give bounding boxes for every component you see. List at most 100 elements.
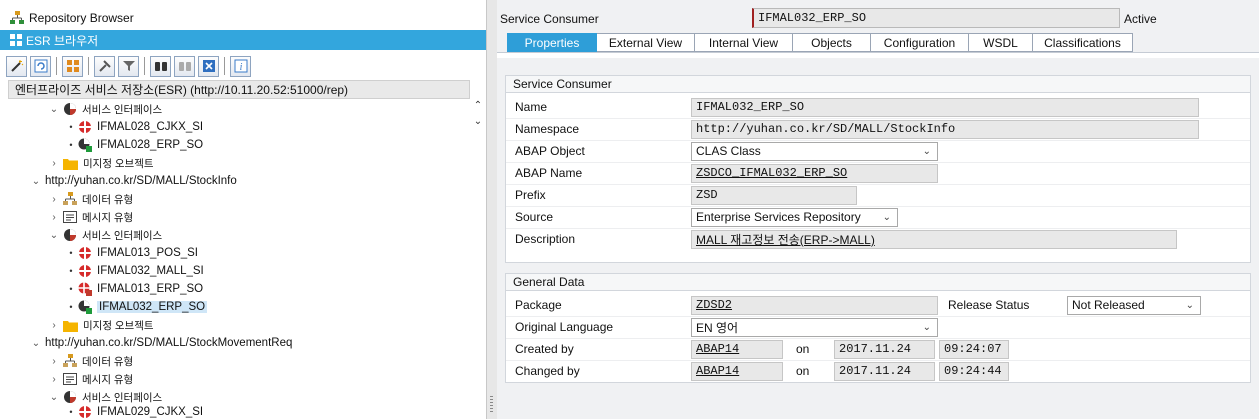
prefix-label: Prefix (515, 188, 546, 202)
tree-node-unassigned[interactable]: › 미지정 오브젝트 (48, 316, 154, 334)
tree-node-data-types[interactable]: › 데이터 유형 (48, 352, 133, 370)
chevron-down-icon: ⌄ (882, 211, 891, 223)
field-row-created-by: Created by ABAP14 on 2017.11.24 09:24:07 (506, 339, 1250, 359)
tree-node-data-types[interactable]: › 데이터 유형 (48, 190, 133, 208)
repository-browser-item[interactable]: Repository Browser (0, 8, 486, 28)
chevron-down-icon[interactable]: ⌄ (48, 392, 60, 403)
bullet-icon: • (69, 407, 73, 417)
tree-node-namespace[interactable]: ⌄ http://yuhan.co.kr/SD/MALL/StockInfo (30, 172, 237, 190)
tree-node-service-interfaces[interactable]: ⌄ 서비스 인터페이스 (48, 226, 162, 244)
scroll-up-icon[interactable]: ⌃ (471, 100, 485, 116)
pane-splitter[interactable] (487, 0, 497, 419)
chevron-right-icon[interactable]: › (48, 158, 60, 169)
tools-button[interactable] (94, 55, 115, 77)
tab-internal-view[interactable]: Internal View (695, 33, 793, 52)
tree-node-label: 메시지 유형 (82, 211, 134, 224)
changed-by-label: Changed by (515, 364, 580, 378)
toolbar-separator (144, 57, 145, 75)
grid-button[interactable] (62, 55, 83, 77)
tree-node-label: 미지정 오브젝트 (83, 157, 154, 170)
info-icon: i (234, 59, 247, 73)
created-by-value: ABAP14 (696, 342, 740, 356)
changed-date-value: 2017.11.24 (839, 364, 912, 378)
tree-node[interactable]: • IFMAL028_CJKX_SI (66, 118, 203, 136)
tree-node-selected[interactable]: • IFMAL032_ERP_SO (66, 298, 208, 316)
tree-header: 엔터프라이즈 서비스 저장소(ESR) (http://10.11.20.52:… (8, 80, 470, 99)
tree-node[interactable]: • IFMAL032_MALL_SI (66, 262, 204, 280)
original-language-select[interactable]: EN 영어 ⌄ (691, 317, 938, 337)
changed-on-label: on (796, 364, 810, 378)
abap-name-value: ZSDCO_IFMAL032_ERP_SO (696, 166, 848, 180)
esr-browser-item[interactable]: ESR 브라우저 (0, 30, 486, 50)
tree-node-namespace[interactable]: ⌄ http://yuhan.co.kr/SD/MALL/StockMoveme… (30, 334, 293, 352)
tree-node[interactable]: • IFMAL028_ERP_SO (66, 136, 203, 154)
release-status-select[interactable]: Not Released ⌄ (1067, 295, 1201, 315)
info-button[interactable]: i (230, 55, 251, 77)
chevron-right-icon[interactable]: › (48, 212, 60, 223)
tree-node-label: 데이터 유형 (82, 355, 134, 368)
group-title: Service Consumer (506, 76, 1250, 93)
find-button[interactable] (150, 55, 171, 77)
tree-node-unassigned[interactable]: › 미지정 오브젝트 (48, 154, 154, 172)
scroll-down-icon[interactable]: ⌄ (471, 116, 485, 132)
tree-node-label: IFMAL028_CJKX_SI (97, 121, 204, 133)
tree-node-label: 미지정 오브젝트 (83, 319, 154, 332)
created-date-field[interactable]: 2017.11.24 (834, 339, 935, 359)
grid-icon (10, 34, 22, 46)
refresh-button[interactable] (30, 55, 51, 77)
tree-node[interactable]: • IFMAL013_POS_SI (66, 244, 198, 262)
changed-time-field[interactable]: 09:24:44 (939, 361, 1009, 381)
wand-button[interactable] (6, 55, 27, 77)
chevron-down-icon[interactable]: ⌄ (48, 104, 60, 115)
source-value: Enterprise Services Repository (696, 210, 861, 224)
name-field[interactable]: IFMAL032_ERP_SO (691, 97, 1199, 117)
close-button[interactable] (198, 55, 219, 77)
source-select[interactable]: Enterprise Services Repository ⌄ (691, 207, 898, 227)
created-by-link[interactable]: ABAP14 (691, 339, 783, 359)
changed-by-link[interactable]: ABAP14 (691, 361, 783, 381)
tools-icon (98, 60, 111, 72)
tab-underline (497, 52, 1259, 58)
service-interface-icon (78, 264, 92, 278)
chevron-right-icon[interactable]: › (48, 320, 60, 331)
bullet-icon: • (69, 122, 73, 132)
folder-icon (63, 319, 78, 332)
changed-date-field[interactable]: 2017.11.24 (834, 361, 935, 381)
tree-node-service-interfaces[interactable]: ⌄ 서비스 인터페이스 (48, 100, 162, 118)
description-field[interactable]: MALL 재고정보 전송(ERP->MALL) (691, 229, 1177, 249)
group-title: General Data (506, 274, 1250, 291)
prefix-field[interactable]: ZSD (691, 185, 857, 205)
chevron-right-icon[interactable]: › (48, 356, 60, 367)
object-name-value: IFMAL032_ERP_SO (758, 11, 867, 25)
chevron-right-icon[interactable]: › (48, 374, 60, 385)
tree-node-message-types[interactable]: › 메시지 유형 (48, 370, 133, 388)
tab-wsdl[interactable]: WSDL (969, 33, 1033, 52)
field-row-prefix: Prefix ZSD (506, 185, 1250, 205)
chevron-down-icon[interactable]: ⌄ (48, 230, 60, 241)
field-row-name: Name IFMAL032_ERP_SO (506, 97, 1250, 117)
tree-node[interactable]: • IFMAL029_CJKX_SI (66, 403, 203, 419)
namespace-field[interactable]: http://yuhan.co.kr/SD/MALL/StockInfo (691, 119, 1199, 139)
tab-classifications[interactable]: Classifications (1033, 33, 1133, 52)
abap-object-select[interactable]: CLAS Class ⌄ (691, 141, 938, 161)
service-interface-icon (78, 246, 92, 260)
package-link[interactable]: ZDSD2 (691, 295, 938, 315)
filter-button[interactable] (118, 55, 139, 77)
abap-name-link[interactable]: ZSDCO_IFMAL032_ERP_SO (691, 163, 938, 183)
chevron-down-icon[interactable]: ⌄ (30, 338, 42, 349)
filter-icon (122, 61, 135, 71)
chevron-down-icon[interactable]: ⌄ (30, 176, 42, 187)
original-language-value: EN 영어 (696, 320, 739, 335)
object-name-field[interactable]: IFMAL032_ERP_SO (752, 8, 1120, 28)
tree-scrollbar[interactable]: ⌃ ⌄ (471, 100, 485, 419)
created-time-field[interactable]: 09:24:07 (939, 339, 1009, 359)
chevron-right-icon[interactable]: › (48, 194, 60, 205)
created-by-label: Created by (515, 342, 574, 356)
tab-external-view[interactable]: External View (597, 33, 695, 52)
tree-node[interactable]: • IFMAL013_ERP_SO (66, 280, 203, 298)
tab-configuration[interactable]: Configuration (871, 33, 969, 52)
tree-node-message-types[interactable]: › 메시지 유형 (48, 208, 133, 226)
find-next-button[interactable] (174, 55, 195, 77)
tab-objects[interactable]: Objects (793, 33, 871, 52)
tab-properties[interactable]: Properties (507, 33, 597, 52)
